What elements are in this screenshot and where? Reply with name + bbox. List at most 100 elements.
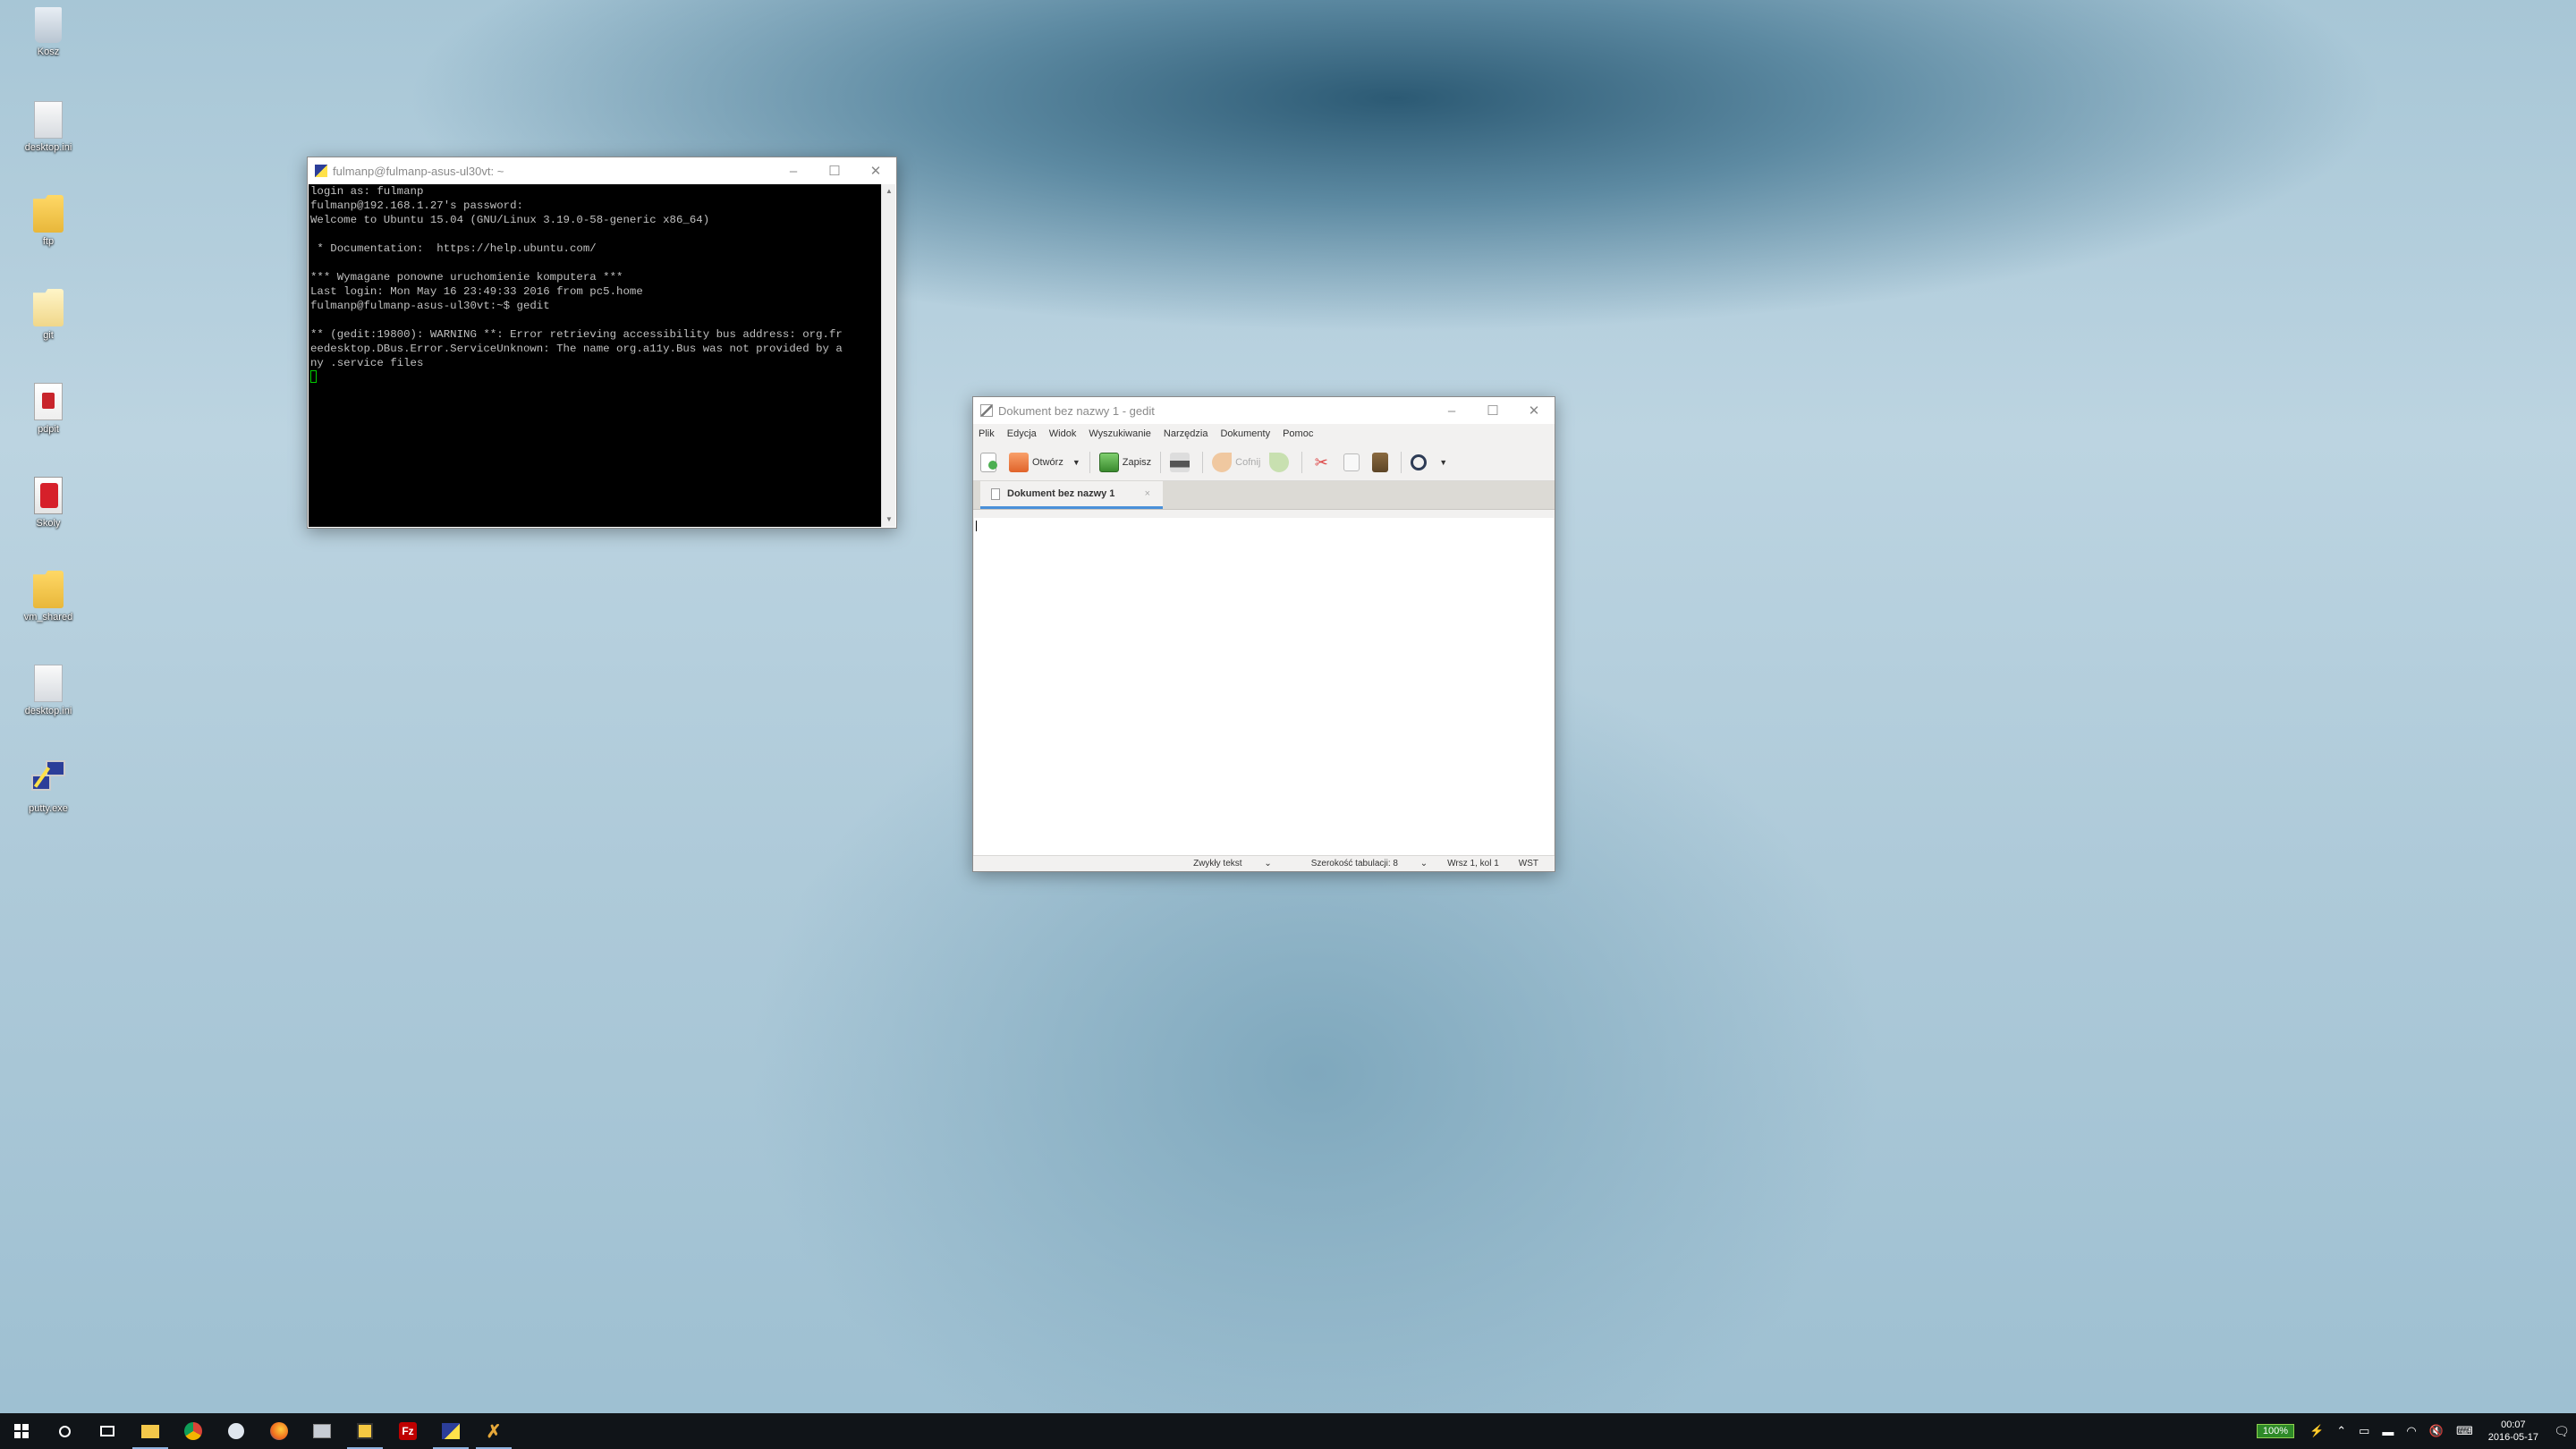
terminal-line: fulmanp@192.168.1.27's password:: [310, 199, 523, 212]
terminal-line: ** (gedit:19800): WARNING **: Error retr…: [310, 328, 843, 341]
taskbar-file-explorer[interactable]: [129, 1413, 172, 1449]
toolbar-separator: [1202, 451, 1204, 473]
tab-width-selector[interactable]: Szerokość tabulacji: 8 ⌄: [1292, 859, 1428, 869]
desktop-icon-ftp[interactable]: ftp: [13, 195, 84, 247]
status-bar: Zwykły tekst ⌄ Szerokość tabulacji: 8 ⌄ …: [973, 855, 1555, 871]
text-editor[interactable]: [974, 518, 1554, 855]
battery-icon[interactable]: ▬: [2382, 1425, 2394, 1438]
tab-width-label: Szerokość tabulacji: 8: [1310, 859, 1398, 869]
desktop-icon-pdpit[interactable]: pdpit: [13, 383, 84, 435]
text-caret: [976, 521, 977, 531]
taskbar-chrome[interactable]: [172, 1413, 215, 1449]
document-icon: [991, 487, 1000, 500]
language-selector[interactable]: Zwykły tekst ⌄: [1174, 859, 1272, 869]
search-icon: [58, 1425, 71, 1437]
menu-dokumenty[interactable]: Dokumenty: [1220, 428, 1270, 439]
folder-icon: [141, 1424, 159, 1438]
menu-narzedzia[interactable]: Narzędzia: [1164, 428, 1208, 439]
clock[interactable]: 00:07 2016-05-17: [2488, 1419, 2538, 1444]
save-button[interactable]: Zapisz: [1098, 452, 1151, 472]
minimize-button[interactable]: –: [1431, 397, 1472, 424]
taskbar-firefox[interactable]: [258, 1413, 301, 1449]
gedit-titlebar[interactable]: Dokument bez nazwy 1 - gedit – ☐ ✕: [973, 397, 1555, 424]
terminal-line: ny .service files: [310, 357, 424, 369]
desktop-icon-desktop-ini[interactable]: desktop.ini: [13, 101, 84, 153]
toolbar: Otwórz ▼ Zapisz Cofnij ✂ ▼: [973, 444, 1555, 481]
speaker-muted-icon[interactable]: 🔇: [2429, 1424, 2444, 1438]
putty-icon: [28, 758, 69, 800]
maximize-button[interactable]: ☐: [814, 157, 855, 184]
menu-edycja[interactable]: Edycja: [1007, 428, 1037, 439]
wifi-icon[interactable]: ◠: [2406, 1424, 2416, 1438]
terminal-output[interactable]: login as: fulmanp fulmanp@192.168.1.27's …: [309, 184, 881, 527]
task-view-icon: [100, 1426, 114, 1436]
taskbar-app-2[interactable]: [343, 1413, 386, 1449]
search-button[interactable]: [43, 1413, 86, 1449]
save-icon: [1098, 452, 1119, 472]
desktop-icon-recycle-bin[interactable]: Kosz: [13, 7, 84, 57]
cut-button[interactable]: ✂: [1311, 453, 1335, 472]
tablet-icon[interactable]: ▭: [2359, 1424, 2369, 1438]
copy-button[interactable]: [1343, 453, 1363, 471]
taskbar-app[interactable]: [215, 1413, 258, 1449]
tab-dokument-bez-nazwy-1[interactable]: Dokument bez nazwy 1 ×: [980, 481, 1163, 509]
menu-pomoc[interactable]: Pomoc: [1283, 428, 1313, 439]
maximize-button[interactable]: ☐: [1472, 397, 1513, 424]
desktop-icon-vm-shared[interactable]: vm_shared: [13, 571, 84, 623]
task-view-button[interactable]: [86, 1413, 129, 1449]
scissors-icon: ✂: [1314, 453, 1328, 471]
desktop-icon-desktop-ini-2[interactable]: desktop.ini: [13, 665, 84, 716]
scroll-down-icon[interactable]: ▼: [882, 513, 896, 527]
start-button[interactable]: [0, 1413, 43, 1449]
firefox-icon: [270, 1422, 288, 1440]
undo-label: Cofnij: [1235, 456, 1261, 468]
power-plug-icon[interactable]: ⚡: [2309, 1424, 2324, 1438]
desktop-icon-skoly[interactable]: Skoly: [13, 477, 84, 529]
window-title: Dokument bez nazwy 1 - gedit: [998, 403, 1155, 418]
taskbar-xming[interactable]: ✗: [472, 1413, 515, 1449]
insert-mode: WST: [1518, 859, 1538, 869]
chevron-down-icon: ⌄: [1264, 859, 1272, 869]
taskbar-vmware[interactable]: [301, 1413, 343, 1449]
system-tray: 100% ⚡ ⌃ ▭ ▬ ◠ 🔇 ⌨ 00:07 2016-05-17 🗨: [2256, 1413, 2576, 1449]
scroll-up-icon[interactable]: ▲: [882, 184, 896, 199]
putty-titlebar[interactable]: fulmanp@fulmanp-asus-ul30vt: ~ – ☐ ✕: [308, 157, 896, 184]
search-dropdown-button[interactable]: ▼: [1439, 458, 1447, 467]
putty-window[interactable]: fulmanp@fulmanp-asus-ul30vt: ~ – ☐ ✕ log…: [307, 157, 897, 529]
terminal-cursor: [310, 370, 317, 383]
desktop-icon-label: Kosz: [37, 47, 60, 57]
open-button[interactable]: Otwórz: [1009, 452, 1063, 472]
taskbar-putty[interactable]: [429, 1413, 472, 1449]
open-dropdown-button[interactable]: ▼: [1072, 458, 1080, 467]
menu-wyszukiwanie[interactable]: Wyszukiwanie: [1089, 428, 1151, 439]
terminal-line: fulmanp@fulmanp-asus-ul30vt:~$ gedit: [310, 300, 550, 312]
redo-button[interactable]: [1269, 452, 1292, 472]
terminal-cursor-line: [310, 370, 879, 385]
close-button[interactable]: ✕: [1513, 397, 1555, 424]
close-button[interactable]: ✕: [855, 157, 896, 184]
undo-button[interactable]: Cofnij: [1212, 452, 1261, 472]
taskbar-filezilla[interactable]: Fz: [386, 1413, 429, 1449]
minimize-button[interactable]: –: [773, 157, 814, 184]
vertical-scrollbar[interactable]: ▲ ▼: [881, 184, 895, 527]
tab-close-icon[interactable]: ×: [1145, 488, 1150, 499]
menu-widok[interactable]: Widok: [1049, 428, 1077, 439]
desktop-icon-putty[interactable]: putty.exe: [13, 758, 84, 814]
new-document-button[interactable]: [980, 452, 1000, 472]
chevron-up-icon[interactable]: ⌃: [2336, 1424, 2346, 1438]
menu-plik[interactable]: Plik: [979, 428, 995, 439]
open-label: Otwórz: [1032, 456, 1063, 468]
paste-button[interactable]: [1372, 452, 1392, 472]
toolbar-separator: [1301, 451, 1303, 473]
search-button[interactable]: [1411, 453, 1430, 470]
print-button[interactable]: [1170, 452, 1193, 472]
desktop-icon-git[interactable]: git: [13, 289, 84, 341]
notifications-icon[interactable]: 🗨: [2547, 1424, 2576, 1439]
keyboard-icon[interactable]: ⌨: [2456, 1424, 2473, 1438]
folder-icon: [33, 571, 64, 608]
document-icon: [34, 477, 63, 514]
battery-indicator[interactable]: 100%: [2256, 1424, 2295, 1438]
gedit-window[interactable]: Dokument bez nazwy 1 - gedit – ☐ ✕ Plik …: [972, 396, 1555, 872]
